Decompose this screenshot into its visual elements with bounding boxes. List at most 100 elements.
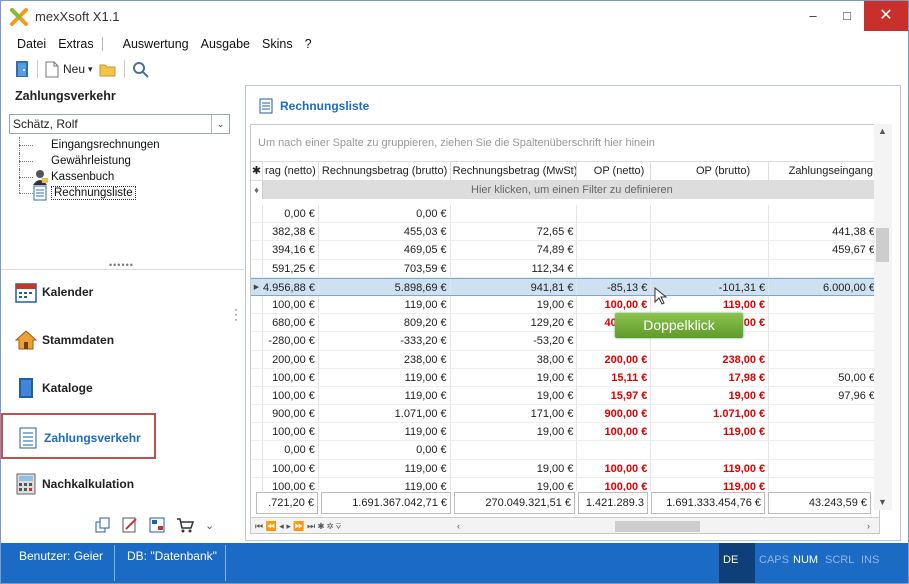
minimize-button[interactable]: –: [796, 1, 830, 31]
table-cell[interactable]: [769, 405, 879, 423]
table-cell[interactable]: 50,00 €: [769, 368, 879, 386]
table-cell[interactable]: 97,96 €: [769, 386, 879, 405]
table-cell[interactable]: 19,00 €: [451, 423, 578, 441]
table-cell[interactable]: [769, 441, 879, 459]
table-cell[interactable]: 100,00 €: [263, 295, 319, 314]
table-cell[interactable]: 171,00 €: [451, 405, 578, 423]
table-cell[interactable]: 119,00 €: [651, 459, 770, 477]
maximize-button[interactable]: □: [830, 1, 864, 31]
table-cell[interactable]: 100,00 €: [263, 368, 319, 386]
tree-item-rechnungsliste[interactable]: Rechnungsliste: [17, 185, 227, 201]
table-row[interactable]: 100,00 €119,00 €19,00 €15,11 €17,98 €50,…: [251, 368, 879, 387]
table-cell[interactable]: 19,00 €: [651, 386, 770, 405]
table-cell[interactable]: 238,00 €: [651, 350, 770, 368]
table-cell[interactable]: 900,00 €: [577, 405, 652, 423]
table-cell[interactable]: 119,00 €: [319, 386, 451, 405]
column-header-op-netto[interactable]: OP (netto): [577, 162, 652, 180]
table-cell[interactable]: [651, 205, 770, 223]
table-cell[interactable]: 441,38 €: [769, 223, 879, 241]
table-cell[interactable]: 703,59 €: [319, 259, 451, 277]
table-cell[interactable]: [651, 259, 770, 277]
open-button[interactable]: [96, 58, 120, 80]
tree-item-gewaehrleistung[interactable]: Gewährleistung: [17, 153, 227, 169]
table-cell[interactable]: -53,20 €: [451, 332, 578, 350]
table-cell[interactable]: 72,65 €: [451, 223, 578, 241]
nav-kalender[interactable]: Kalender: [1, 269, 244, 315]
table-cell[interactable]: 74,89 €: [451, 241, 578, 259]
table-cell[interactable]: 941,81 €: [451, 278, 578, 295]
table-row[interactable]: 591,25 €703,59 €112,34 €: [251, 259, 879, 278]
table-cell[interactable]: [769, 295, 879, 314]
table-cell[interactable]: 15,11 €: [577, 368, 652, 386]
table-cell[interactable]: 19,00 €: [451, 459, 578, 477]
table-cell[interactable]: 0,00 €: [319, 441, 451, 459]
table-cell[interactable]: 119,00 €: [651, 423, 770, 441]
table-cell[interactable]: 17,98 €: [651, 368, 770, 386]
tree-item-kassenbuch[interactable]: Kassenbuch: [17, 169, 227, 185]
nav-kataloge[interactable]: Kataloge: [1, 365, 244, 411]
nav-stammdaten[interactable]: Stammdaten: [1, 317, 244, 363]
table-cell[interactable]: 459,67 €: [769, 241, 879, 259]
table-row[interactable]: 900,00 €1.071,00 €171,00 €900,00 €1.071,…: [251, 405, 879, 424]
table-cell[interactable]: 119,00 €: [319, 295, 451, 314]
table-cell[interactable]: 809,20 €: [319, 314, 451, 332]
table-cell[interactable]: 200,00 €: [263, 350, 319, 368]
menu-extras[interactable]: Extras: [52, 35, 99, 53]
table-cell[interactable]: 680,00 €: [263, 314, 319, 332]
table-cell[interactable]: 100,00 €: [577, 295, 652, 314]
table-cell[interactable]: 129,20 €: [451, 314, 578, 332]
table-row[interactable]: 382,38 €455,03 €72,65 € 441,38 €: [251, 223, 879, 242]
menu-skins[interactable]: Skins: [256, 35, 299, 53]
table-cell[interactable]: 6.000,00 €: [769, 278, 879, 295]
new-button[interactable]: Neu ▾: [42, 58, 96, 80]
scroll-down-icon[interactable]: ▼: [878, 497, 887, 507]
table-cell[interactable]: [769, 259, 879, 277]
table-cell[interactable]: [651, 441, 770, 459]
exit-button[interactable]: [11, 58, 33, 80]
table-cell[interactable]: 100,00 €: [577, 423, 652, 441]
report-icon[interactable]: [149, 517, 165, 533]
table-cell[interactable]: -85,13 €: [577, 278, 652, 295]
edit-document-icon[interactable]: [122, 517, 138, 533]
table-cell[interactable]: [769, 314, 879, 332]
table-cell[interactable]: 19,00 €: [451, 368, 578, 386]
table-cell[interactable]: 1.071,00 €: [319, 405, 451, 423]
new-dropdown-icon[interactable]: ▾: [88, 64, 93, 75]
table-cell[interactable]: [451, 205, 578, 223]
shopping-cart-icon[interactable]: [176, 517, 194, 533]
table-cell[interactable]: [769, 332, 879, 350]
column-header-zahlungseingang[interactable]: Zahlungseingang: [769, 162, 879, 180]
table-cell[interactable]: [769, 423, 879, 441]
table-cell[interactable]: [577, 223, 652, 241]
table-row[interactable]: 100,00 €119,00 €19,00 €100,00 €119,00 €: [251, 423, 879, 442]
chevron-down-icon[interactable]: ⌄: [211, 115, 229, 133]
table-cell[interactable]: 455,03 €: [319, 223, 451, 241]
column-chooser-button[interactable]: ✱: [251, 162, 263, 180]
tree-item-eingangsrechnungen[interactable]: Eingangsrechnungen: [17, 137, 227, 153]
chevron-down-icon[interactable]: ⌄: [205, 519, 214, 532]
copy-icon[interactable]: [95, 517, 111, 533]
nav-nachkalkulation[interactable]: Nachkalkulation: [1, 461, 244, 507]
table-cell[interactable]: [769, 459, 879, 477]
table-cell[interactable]: -280,00 €: [263, 332, 319, 350]
table-row[interactable]: 0,00 €0,00 €: [251, 441, 879, 460]
table-cell[interactable]: 100,00 €: [577, 459, 652, 477]
table-cell[interactable]: 469,05 €: [319, 241, 451, 259]
scroll-right-icon[interactable]: ›: [867, 518, 870, 533]
column-header-brutto[interactable]: Rechnungsbetrag (brutto): [319, 162, 451, 180]
column-header-netto[interactable]: rag (netto): [263, 162, 319, 180]
table-row[interactable]: 100,00 €119,00 €19,00 €15,97 €19,00 €97,…: [251, 386, 879, 406]
horizontal-scroll-thumb[interactable]: [615, 521, 700, 532]
table-cell[interactable]: 119,00 €: [319, 459, 451, 477]
table-cell[interactable]: 238,00 €: [319, 350, 451, 368]
table-cell[interactable]: [651, 241, 770, 259]
table-cell[interactable]: -333,20 €: [319, 332, 451, 350]
table-row[interactable]: 680,00 €809,20 €129,20 €400,00 €476,00 €: [251, 314, 879, 333]
close-button[interactable]: ✕: [864, 1, 908, 31]
search-button[interactable]: [129, 58, 152, 80]
table-cell[interactable]: 0,00 €: [263, 441, 319, 459]
collapse-handle[interactable]: · · ·: [234, 303, 238, 325]
table-cell[interactable]: 19,00 €: [451, 386, 578, 405]
table-cell[interactable]: 119,00 €: [651, 295, 770, 314]
table-cell[interactable]: -101,31 €: [651, 278, 770, 295]
